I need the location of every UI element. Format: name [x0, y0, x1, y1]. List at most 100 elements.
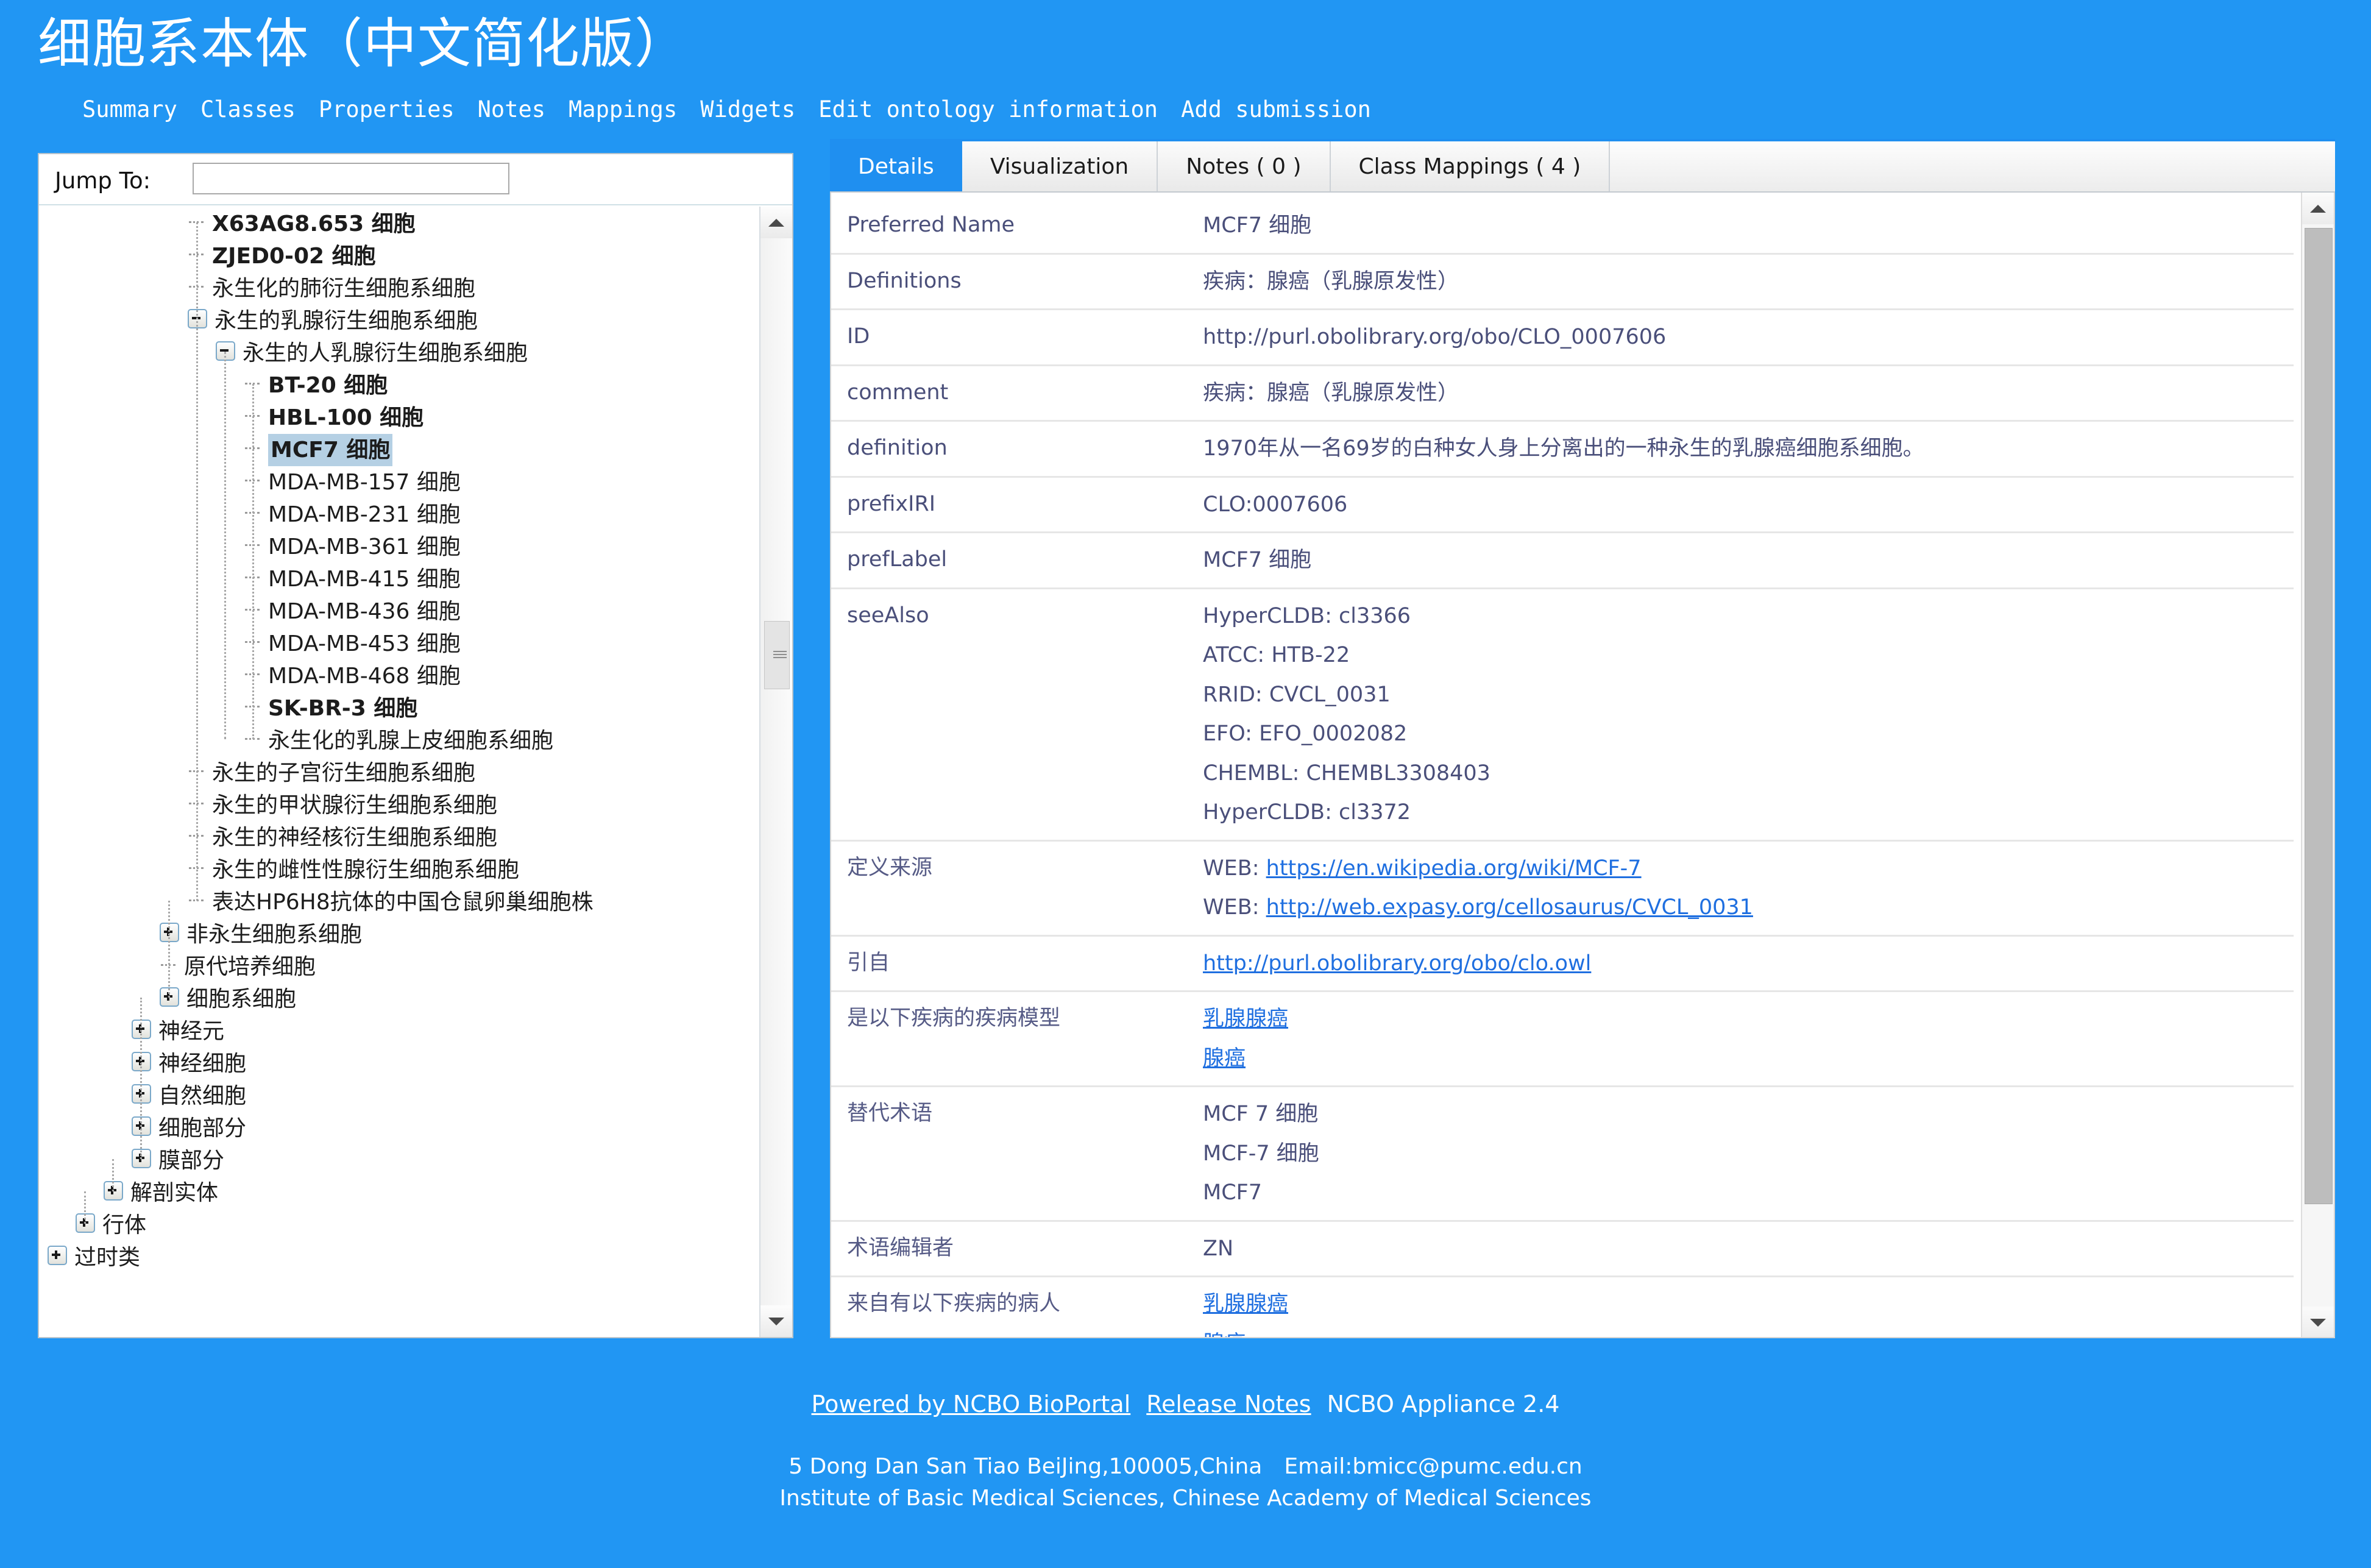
nav-item-widgets[interactable]: Widgets [700, 96, 795, 122]
tree-node[interactable]: MDA-MB-453 细胞 [39, 626, 757, 659]
tree-node[interactable]: BT-20 细胞 [39, 368, 757, 400]
details-value-line: CHEMBL: CHEMBL3308403 [1203, 757, 2294, 790]
appliance-version: NCBO Appliance 2.4 [1327, 1391, 1560, 1417]
tree-node[interactable]: HBL-100 细胞 [39, 400, 757, 433]
powered-by-link[interactable]: Powered by NCBO BioPortal [812, 1391, 1131, 1417]
tree-node-label: BT-20 细胞 [268, 372, 388, 398]
tab-details[interactable]: Details [830, 141, 962, 191]
details-value-line: 疾病：腺癌（乳腺原发性） [1203, 266, 2294, 298]
tree-node[interactable]: 自然细胞 [39, 1079, 757, 1111]
tree-node[interactable]: 神经细胞 [39, 1046, 757, 1079]
tree-guide-line [112, 1159, 114, 1191]
tree-node[interactable]: 永生的甲状腺衍生细胞系细胞 [39, 788, 757, 820]
tree-node[interactable]: 永生的神经核衍生细胞系细胞 [39, 820, 757, 853]
tree-node[interactable]: MDA-MB-436 细胞 [39, 594, 757, 626]
details-row: definition 1970年从一名69岁的白种女人身上分离出的一种永生的乳腺癌… [831, 422, 2294, 478]
details-vertical-scrollbar[interactable] [2301, 193, 2334, 1337]
value-prefix: WEB: [1203, 856, 1266, 881]
details-row-key: definition [847, 436, 948, 460]
details-value-text: HyperCLDB: cl3372 [1203, 800, 1411, 825]
nav-item-classes[interactable]: Classes [200, 96, 296, 122]
tree-node[interactable]: 原代培养细胞 [39, 949, 757, 982]
nav-item-notes[interactable]: Notes [478, 96, 545, 122]
details-value-link[interactable]: 乳腺腺癌 [1203, 1007, 1288, 1031]
tree-scrollbar-thumb[interactable] [764, 621, 790, 689]
tree-node-label: MDA-MB-361 细胞 [268, 534, 461, 559]
tree-node[interactable]: 细胞系细胞 [39, 982, 757, 1014]
details-value-link[interactable]: 腺癌 [1203, 1332, 1246, 1338]
tab-visualization[interactable]: Visualization [962, 141, 1158, 191]
tree-scroll-down-button[interactable] [760, 1305, 792, 1337]
tree-node[interactable]: MDA-MB-361 细胞 [39, 530, 757, 562]
tree-node[interactable]: 表达HP6H8抗体的中国仓鼠卵巢细胞株 [39, 885, 757, 917]
tree-node[interactable]: MDA-MB-231 细胞 [39, 497, 757, 530]
tree-node[interactable]: 行体 [39, 1208, 757, 1240]
tree-node[interactable]: MDA-MB-468 细胞 [39, 659, 757, 691]
details-value-link[interactable]: 乳腺腺癌 [1203, 1292, 1288, 1316]
nav-item-mappings[interactable]: Mappings [569, 96, 677, 122]
jump-to-input[interactable] [193, 163, 509, 194]
tree-node[interactable]: 永生的乳腺衍生细胞系细胞 [39, 303, 757, 336]
release-notes-link[interactable]: Release Notes [1146, 1391, 1311, 1417]
details-value-text: 疾病：腺癌（乳腺原发性） [1203, 269, 1459, 294]
tree-node-label: 非永生细胞系细胞 [186, 921, 363, 947]
details-value-link[interactable]: http://web.expasy.org/cellosaurus/CVCL_0… [1266, 895, 1753, 920]
tree-node-label: 解剖实体 [130, 1180, 219, 1205]
details-value-text: MCF7 细胞 [1203, 213, 1312, 238]
tree-node[interactable]: X63AG8.653 细胞 [39, 207, 757, 239]
details-value-link[interactable]: https://en.wikipedia.org/wiki/MCF-7 [1266, 856, 1642, 881]
institute-line: Institute of Basic Medical Sciences, Chi… [779, 1486, 1592, 1511]
details-scrollbar-thumb[interactable] [2305, 228, 2333, 1204]
tree-node-label: 神经元 [158, 1018, 225, 1044]
details-row: 引自 http://purl.obolibrary.org/obo/clo.owl [831, 937, 2294, 992]
details-value-text: RRID: CVCL_0031 [1203, 682, 1391, 707]
tree-node[interactable]: 非永生细胞系细胞 [39, 917, 757, 949]
details-row-value: HyperCLDB: cl3366 ATCC: HTB-22 RRID: CVCL_… [1203, 600, 2294, 829]
details-value-line: MCF 7 细胞 [1203, 1098, 2294, 1130]
tree-node[interactable]: ZJED0-02 细胞 [39, 239, 757, 271]
tree-vertical-scrollbar[interactable] [759, 207, 792, 1337]
tree-node[interactable]: 永生的人乳腺衍生细胞系细胞 [39, 336, 757, 368]
details-value-link[interactable]: http://purl.obolibrary.org/obo/clo.owl [1203, 951, 1591, 976]
tree-node[interactable]: MDA-MB-157 细胞 [39, 465, 757, 497]
nav-item-summary[interactable]: Summary [82, 96, 177, 122]
tree-node[interactable]: 永生的子宫衍生细胞系细胞 [39, 756, 757, 788]
app-page: 细胞系本体（中文简化版） Summary Classes Properties Not… [0, 0, 2371, 1568]
footer-address: 5 Dong Dan San Tiao BeiJing,100005,China… [0, 1451, 2371, 1514]
tree-node[interactable]: 过时类 [39, 1240, 757, 1272]
tree-node[interactable]: 永生化的肺衍生细胞系细胞 [39, 271, 757, 303]
triangle-up-icon [768, 219, 784, 227]
details-value-link[interactable]: 腺癌 [1203, 1046, 1246, 1071]
tree-node-label: 永生的人乳腺衍生细胞系细胞 [243, 340, 528, 366]
tree-node-selected[interactable]: MCF7 细胞 [39, 433, 757, 466]
details-row-key: 引自 [847, 950, 890, 975]
details-value-text: CHEMBL: CHEMBL3308403 [1203, 761, 1490, 786]
tree-node[interactable]: MDA-MB-415 细胞 [39, 562, 757, 594]
nav-item-properties[interactable]: Properties [319, 96, 455, 122]
tab-notes-0[interactable]: Notes ( 0 ) [1158, 141, 1331, 191]
tree-scroll-up-button[interactable] [760, 207, 792, 238]
tree-node[interactable]: 膜部分 [39, 1143, 757, 1176]
tree-scroll-content: X63AG8.653 细胞 ZJED0-02 细胞永生化的肺衍生细胞系细胞 永生的乳… [39, 207, 757, 1337]
tree-node[interactable]: 神经元 [39, 1014, 757, 1046]
details-value-line: http://purl.obolibrary.org/obo/clo.owl [1203, 948, 2294, 980]
tree-node[interactable]: 解剖实体 [39, 1176, 757, 1208]
tree-node-label: 行体 [102, 1212, 147, 1238]
details-row: comment 疾病：腺癌（乳腺原发性） [831, 366, 2294, 422]
details-scroll-down-button[interactable] [2302, 1307, 2334, 1337]
nav-item-edit-ontology-information[interactable]: Edit ontology information [818, 96, 1158, 122]
tree-node[interactable]: 细胞部分 [39, 1111, 757, 1143]
tab-class-mappings-4[interactable]: Class Mappings ( 4 ) [1330, 141, 1611, 191]
tree-node-label: 细胞部分 [158, 1115, 247, 1141]
tree-node[interactable]: 永生化的乳腺上皮细胞系细胞 [39, 723, 757, 756]
tree-node[interactable]: 永生的雌性性腺衍生细胞系细胞 [39, 853, 757, 885]
details-scroll-up-button[interactable] [2302, 193, 2334, 224]
tree-node[interactable]: SK-BR-3 细胞 [39, 691, 757, 723]
tree-node-label: MDA-MB-415 细胞 [268, 566, 461, 592]
tree-node-label: MDA-MB-436 细胞 [268, 598, 461, 624]
tree-node-label: 细胞系细胞 [186, 986, 297, 1012]
nav-item-add-submission[interactable]: Add submission [1181, 96, 1371, 122]
grip-icon [773, 651, 787, 659]
expand-plus-icon[interactable] [48, 1246, 67, 1265]
tree-node-label: 永生化的肺衍生细胞系细胞 [212, 275, 476, 301]
